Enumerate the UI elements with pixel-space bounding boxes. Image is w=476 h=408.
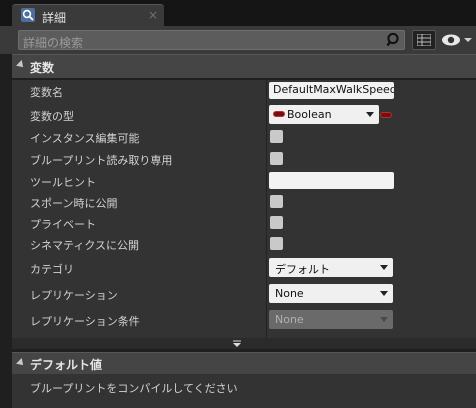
- advanced-expander[interactable]: [12, 338, 476, 349]
- view-options-eye-icon[interactable]: [440, 31, 474, 49]
- row-tooltip: ツールヒント: [12, 170, 476, 191]
- tab-bar: 詳細 ×: [0, 0, 476, 26]
- row-category: カテゴリ デフォルト: [12, 257, 476, 278]
- property-matrix-icon: [417, 34, 431, 46]
- variables-properties: 変数名 DefaultMaxWalkSpeed 変数の型 Boolean インス…: [12, 80, 476, 338]
- row-variable-type: 変数の型 Boolean: [12, 104, 476, 125]
- label-private: プライベート: [30, 218, 96, 231]
- chevron-down-icon: [366, 112, 374, 117]
- row-blueprint-readonly: ブループリント読み取り専用: [12, 148, 476, 169]
- row-instance-editable: インスタンス編集可能: [12, 126, 476, 147]
- property-matrix-button[interactable]: [412, 30, 436, 50]
- row-replication-condition: レプリケーション条件 None: [12, 309, 476, 330]
- replication-condition-dropdown: None: [269, 310, 393, 329]
- expose-to-cinematics-checkbox[interactable]: [270, 237, 283, 250]
- variable-type-dropdown[interactable]: Boolean: [269, 105, 379, 124]
- replication-condition-value: None: [275, 313, 304, 326]
- private-checkbox[interactable]: [270, 216, 283, 229]
- expose-on-spawn-checkbox[interactable]: [270, 195, 283, 208]
- label-replication: レプリケーション: [30, 289, 118, 302]
- chevron-down-icon: [380, 291, 388, 296]
- variable-name-field[interactable]: DefaultMaxWalkSpeed: [269, 82, 394, 99]
- search-input[interactable]: 詳細の検索: [18, 30, 405, 50]
- instance-editable-checkbox[interactable]: [270, 130, 283, 143]
- variables-category-header[interactable]: 変数: [12, 54, 476, 78]
- variables-category-title: 変数: [30, 61, 55, 75]
- expand-arrow-icon: [16, 358, 26, 368]
- chevron-down-icon: [380, 265, 388, 270]
- row-private: プライベート: [12, 212, 476, 233]
- blueprint-readonly-checkbox[interactable]: [270, 152, 283, 165]
- tab-title: 詳細: [42, 11, 67, 25]
- label-replication-condition: レプリケーション条件: [30, 315, 140, 328]
- default-value-category-header[interactable]: デフォルト値: [12, 352, 476, 374]
- category-value: デフォルト: [275, 263, 330, 276]
- expand-arrow-icon: [16, 60, 26, 70]
- row-variable-name: 変数名 DefaultMaxWalkSpeed: [12, 80, 476, 101]
- compile-message: ブループリントをコンパイルしてください: [30, 382, 238, 395]
- row-replication: レプリケーション None: [12, 283, 476, 304]
- category-dropdown[interactable]: デフォルト: [269, 258, 393, 277]
- default-value-category-title: デフォルト値: [30, 358, 103, 372]
- boolean-pin-icon: [273, 111, 285, 117]
- label-category: カテゴリ: [30, 263, 74, 276]
- replication-value: None: [275, 287, 304, 300]
- details-magnifier-icon: [21, 8, 35, 22]
- container-type-pin-icon[interactable]: [380, 112, 392, 118]
- chevron-down-icon: [380, 317, 388, 322]
- close-icon[interactable]: ×: [148, 8, 158, 22]
- label-variable-type: 変数の型: [30, 110, 74, 123]
- row-expose-on-spawn: スポーン時に公開: [12, 191, 476, 212]
- label-tooltip: ツールヒント: [30, 176, 96, 189]
- tab-details[interactable]: 詳細 ×: [12, 4, 164, 26]
- variable-type-value: Boolean: [287, 108, 332, 121]
- search-placeholder: 詳細の検索: [23, 36, 84, 50]
- details-toolbar: 詳細の検索: [0, 26, 476, 54]
- expand-advanced-icon: [233, 340, 241, 347]
- default-value-panel: ブループリントをコンパイルしてください: [12, 374, 476, 408]
- tooltip-field[interactable]: [269, 172, 394, 189]
- label-blueprint-readonly: ブループリント読み取り専用: [30, 154, 173, 167]
- label-expose-to-cinematics: シネマティクスに公開: [30, 239, 140, 252]
- search-icon[interactable]: [386, 32, 402, 48]
- label-variable-name: 変数名: [30, 86, 63, 99]
- row-expose-to-cinematics: シネマティクスに公開: [12, 233, 476, 254]
- label-instance-editable: インスタンス編集可能: [30, 132, 140, 145]
- replication-dropdown[interactable]: None: [269, 284, 393, 303]
- label-expose-on-spawn: スポーン時に公開: [30, 197, 118, 210]
